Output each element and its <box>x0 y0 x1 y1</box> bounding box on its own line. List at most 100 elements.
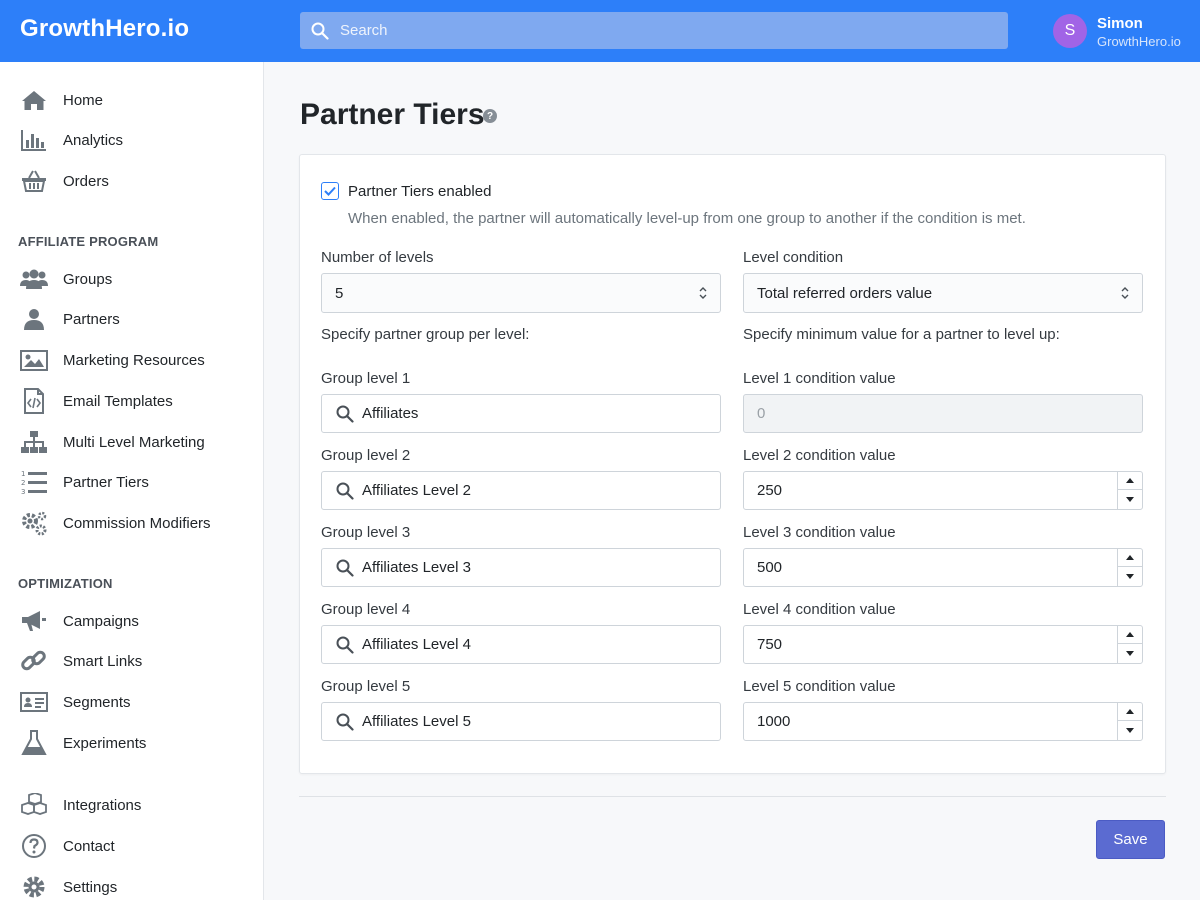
sidebar-item-label: Partner Tiers <box>63 474 149 491</box>
level-2-condition-field[interactable] <box>743 471 1143 510</box>
sidebar-item-label: Email Templates <box>63 393 173 410</box>
sidebar-item-analytics[interactable]: Analytics <box>0 122 263 158</box>
select-arrows-icon <box>1121 287 1129 299</box>
sidebar-item-partners[interactable]: Partners <box>0 301 263 337</box>
sidebar-item-label: Partners <box>63 311 120 328</box>
group-level-4-label: Group level 4 <box>321 601 411 618</box>
spinner-up-icon[interactable] <box>1118 472 1142 490</box>
level-2-condition-label: Level 2 condition value <box>743 447 896 464</box>
group-level-1-input[interactable] <box>362 395 712 432</box>
partner-tiers-enabled-help: When enabled, the partner will automatic… <box>348 210 1026 227</box>
gears-icon <box>20 510 48 536</box>
group-level-1-label: Group level 1 <box>321 370 411 387</box>
sidebar-item-label: Campaigns <box>63 613 139 630</box>
link-icon <box>20 648 48 674</box>
sidebar-item-email-templates[interactable]: Email Templates <box>0 383 263 419</box>
search-icon <box>311 22 329 40</box>
min-value-hint: Specify minimum value for a partner to l… <box>743 326 1060 343</box>
flask-icon <box>20 730 48 756</box>
group-per-level-hint: Specify partner group per level: <box>321 326 530 343</box>
search-icon <box>336 559 354 577</box>
sidebar-item-integrations[interactable]: Integrations <box>0 787 263 823</box>
level-condition-select[interactable]: Total referred orders value <box>743 273 1143 313</box>
sidebar-item-home[interactable]: Home <box>0 82 263 118</box>
number-spinner <box>1117 472 1142 509</box>
sidebar-item-orders[interactable]: Orders <box>0 163 263 199</box>
number-spinner <box>1117 549 1142 586</box>
sidebar-item-segments[interactable]: Segments <box>0 684 263 720</box>
basket-icon <box>20 168 48 194</box>
spinner-down-icon[interactable] <box>1118 490 1142 508</box>
search-icon <box>336 405 354 423</box>
group-level-3-label: Group level 3 <box>321 524 411 541</box>
group-level-4-input[interactable] <box>362 626 712 663</box>
sidebar-item-experiments[interactable]: Experiments <box>0 725 263 761</box>
sidebar-item-label: Multi Level Marketing <box>63 434 205 451</box>
partner-tiers-enabled-label[interactable]: Partner Tiers enabled <box>348 183 491 200</box>
level-4-condition-input[interactable] <box>757 626 1107 663</box>
level-3-condition-label: Level 3 condition value <box>743 524 896 541</box>
sidebar-item-multi-level-marketing[interactable]: Multi Level Marketing <box>0 424 263 460</box>
level-1-condition-input <box>757 395 1107 432</box>
number-of-levels-label: Number of levels <box>321 249 434 266</box>
save-button[interactable]: Save <box>1096 820 1165 859</box>
level-5-condition-input[interactable] <box>757 703 1107 740</box>
top-bar: GrowthHero.io S Simon GrowthHero.io <box>0 0 1200 62</box>
sidebar-item-groups[interactable]: Groups <box>0 261 263 297</box>
level-3-condition-input[interactable] <box>757 549 1107 586</box>
sidebar-item-campaigns[interactable]: Campaigns <box>0 603 263 639</box>
level-2-condition-input[interactable] <box>757 472 1107 509</box>
sidebar-item-label: Segments <box>63 694 131 711</box>
group-level-5-input[interactable] <box>362 703 712 740</box>
spinner-up-icon[interactable] <box>1118 549 1142 567</box>
sidebar-item-marketing-resources[interactable]: Marketing Resources <box>0 342 263 378</box>
level-5-condition-field[interactable] <box>743 702 1143 741</box>
search-icon <box>336 482 354 500</box>
spinner-up-icon[interactable] <box>1118 626 1142 644</box>
level-1-condition-label: Level 1 condition value <box>743 370 896 387</box>
sidebar-item-settings[interactable]: Settings <box>0 869 263 900</box>
search-box[interactable] <box>300 12 1008 49</box>
page-title: Partner Tiers <box>300 98 485 131</box>
user-name[interactable]: Simon <box>1097 15 1143 32</box>
group-level-3-field[interactable] <box>321 548 721 587</box>
cog-icon <box>20 874 48 900</box>
brand-logo[interactable]: GrowthHero.io <box>20 15 189 43</box>
user-org: GrowthHero.io <box>1097 34 1181 49</box>
sidebar-item-smart-links[interactable]: Smart Links <box>0 643 263 679</box>
level-3-condition-field[interactable] <box>743 548 1143 587</box>
level-4-condition-label: Level 4 condition value <box>743 601 896 618</box>
group-level-2-input[interactable] <box>362 472 712 509</box>
group-level-1-field[interactable] <box>321 394 721 433</box>
numbered-list-icon: 123 <box>20 469 48 495</box>
spinner-down-icon[interactable] <box>1118 721 1142 739</box>
group-level-5-field[interactable] <box>321 702 721 741</box>
sidebar-item-partner-tiers[interactable]: 123 Partner Tiers <box>0 464 263 500</box>
cubes-icon <box>20 792 48 818</box>
sidebar-item-label: Experiments <box>63 735 147 752</box>
avatar[interactable]: S <box>1053 14 1087 48</box>
group-level-3-input[interactable] <box>362 549 712 586</box>
partner-tiers-enabled-checkbox[interactable] <box>321 182 339 200</box>
level-5-condition-label: Level 5 condition value <box>743 678 896 695</box>
sidebar-item-label: Analytics <box>63 132 124 149</box>
spinner-down-icon[interactable] <box>1118 644 1142 662</box>
spinner-down-icon[interactable] <box>1118 567 1142 585</box>
level-1-condition-field <box>743 394 1143 433</box>
select-arrows-icon <box>699 287 707 299</box>
sidebar-item-commission-modifiers[interactable]: Commission Modifiers <box>0 505 263 541</box>
group-level-5-label: Group level 5 <box>321 678 411 695</box>
bar-chart-icon <box>20 127 48 153</box>
svg-text:1: 1 <box>21 470 25 478</box>
help-icon[interactable]: ? <box>483 109 497 123</box>
search-input[interactable] <box>340 12 1000 49</box>
users-icon <box>20 266 48 292</box>
spinner-up-icon[interactable] <box>1118 703 1142 721</box>
sidebar-item-contact[interactable]: Contact <box>0 828 263 864</box>
number-of-levels-select[interactable]: 5 <box>321 273 721 313</box>
group-level-2-field[interactable] <box>321 471 721 510</box>
sidebar-item-label: Orders <box>63 173 109 190</box>
level-4-condition-field[interactable] <box>743 625 1143 664</box>
sidebar-item-label: Groups <box>63 271 113 288</box>
group-level-4-field[interactable] <box>321 625 721 664</box>
